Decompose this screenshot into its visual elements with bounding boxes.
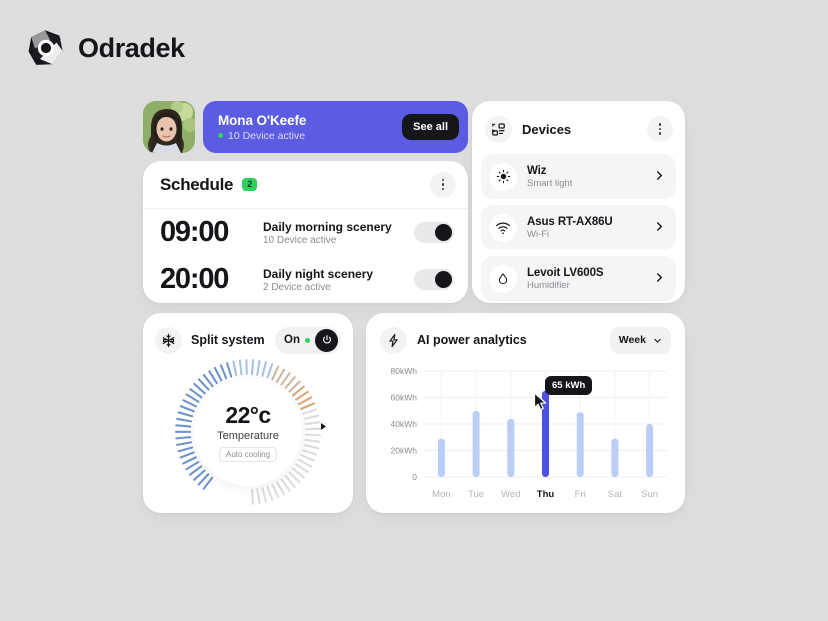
chevron-down-icon [653,333,662,348]
split-system-header: Split system On [155,323,341,357]
brightness-icon [489,162,517,191]
devices-card: Devices Wiz Smart light Asus RT-AX86U Wi… [472,101,685,303]
split-system-title: Split system [191,333,265,347]
profile-banner-wrap: Mona O'Keefe 10 Device active See all [143,101,468,153]
profile-texts: Mona O'Keefe 10 Device active [218,113,306,142]
chart-bar[interactable] [576,412,584,477]
power-toggle[interactable]: On [275,326,341,354]
device-texts: Asus RT-AX86U Wi-Fi [527,216,654,240]
dial-marker-triangle [321,423,326,430]
split-system-card: Split system On 22°c Temperature Auto co… [143,313,353,513]
svg-text:Sun: Sun [641,489,658,500]
svg-text:Fri: Fri [575,489,586,500]
schedule-row[interactable]: 20:00 Daily night scenery 2 Device activ… [143,256,468,303]
schedule-row-texts: Daily night scenery 2 Device active [263,267,414,293]
schedule-row-sub: 10 Device active [263,234,337,246]
svg-text:80kWh: 80kWh [391,366,418,376]
schedule-time: 09:00 [160,216,229,248]
brand-name: Odradek [78,32,185,63]
chart-bar[interactable] [437,438,445,477]
svg-text:20kWh: 20kWh [391,446,418,456]
range-label: Week [618,334,646,346]
device-texts: Wiz Smart light [527,165,654,189]
device-row-asus[interactable]: Asus RT-AX86U Wi-Fi [481,205,676,250]
chevron-right-icon [654,168,665,186]
chart-bar[interactable] [646,424,654,477]
analytics-card: AI power analytics Week 80kWh 60kWh 40kWh 2… [366,313,685,513]
schedule-time: 20:00 [160,263,229,295]
temperature-dial[interactable]: 22°c Temperature Auto cooling [155,357,341,507]
range-select[interactable]: Week [609,326,671,354]
lightning-bolt-icon [380,326,407,354]
water-drop-icon [489,264,517,293]
chart-bar[interactable] [507,418,515,477]
brand-header: Odradek [26,28,185,68]
chart-tooltip: 65 kWh [545,376,593,395]
svg-text:Sat: Sat [608,489,623,500]
schedule-title: Schedule [160,174,234,194]
schedule-card: Schedule 2 09:00 Daily morning scenery 1… [143,161,468,303]
device-texts: Levoit LV600S Humidifier [527,267,654,291]
power-status-dot-icon [305,337,310,343]
chevron-right-icon [654,270,665,288]
svg-text:40kWh: 40kWh [391,419,418,429]
power-state-label: On [284,334,300,346]
toggle-knob [435,224,452,241]
device-sub: Wi-Fi [527,228,550,240]
schedule-row-texts: Daily morning scenery 10 Device active [263,220,414,246]
temperature-mode-badge: Auto cooling [218,447,278,462]
snowflake-icon [155,326,182,354]
schedule-row-sub: 2 Device active [263,281,331,293]
devices-kebab-menu-icon[interactable] [647,116,673,142]
devices-header: Devices [481,110,676,148]
temperature-label: Temperature [217,430,279,442]
schedule-row[interactable]: 09:00 Daily morning scenery 10 Device ac… [143,209,468,256]
device-sub: Humidifier [527,279,570,291]
device-sub: Smart light [527,177,573,189]
schedule-row-label: Daily morning scenery [263,219,392,234]
svg-text:0: 0 [412,472,417,482]
device-row-levoit[interactable]: Levoit LV600S Humidifier [481,256,676,301]
chart-bar[interactable] [611,438,619,477]
devices-title: Devices [522,121,572,137]
svg-text:Thu: Thu [537,489,555,500]
device-name: Asus RT-AX86U [527,215,613,228]
analytics-title: AI power analytics [417,333,527,347]
schedule-toggle[interactable] [414,269,454,290]
schedule-row-label: Daily night scenery [263,266,374,281]
see-all-button[interactable]: See all [402,114,459,140]
chart-bar[interactable] [472,410,480,478]
temperature-value: 22°c [225,402,271,428]
schedule-toggle[interactable] [414,222,454,243]
device-row-wiz[interactable]: Wiz Smart light [481,154,676,199]
toggle-knob [435,271,452,288]
profile-status-text: 10 Device active [228,129,306,142]
power-button-icon [315,328,338,352]
odradek-hexagon-logo [26,28,66,68]
status-dot-icon [218,133,223,138]
device-name: Levoit LV600S [527,266,604,279]
chevron-right-icon [654,219,665,237]
schedule-header: Schedule 2 [143,161,468,209]
svg-text:Wed: Wed [501,489,520,500]
svg-text:Tue: Tue [468,489,484,500]
svg-text:Mon: Mon [432,489,450,500]
schedule-kebab-menu-icon[interactable] [430,171,456,198]
wifi-icon [489,213,517,242]
temperature-readout: 22°c Temperature Auto cooling [194,378,302,486]
avatar [143,101,195,153]
analytics-header: AI power analytics Week [380,323,671,357]
profile-name: Mona O'Keefe [218,112,307,128]
profile-banner: Mona O'Keefe 10 Device active See all [203,101,468,153]
power-bar-chart[interactable]: 80kWh 60kWh 40kWh 20kWh 0 Mon Tue Wed Thu Fri Sat… [380,359,671,507]
dashboard-page: Odradek Mona O'Keefe 10 Device active Se… [0,0,828,621]
profile-status: 10 Device active [218,130,306,142]
device-name: Wiz [527,164,547,177]
schedule-count-badge: 2 [242,178,258,191]
svg-text:60kWh: 60kWh [391,393,418,403]
devices-grid-icon [485,115,512,143]
